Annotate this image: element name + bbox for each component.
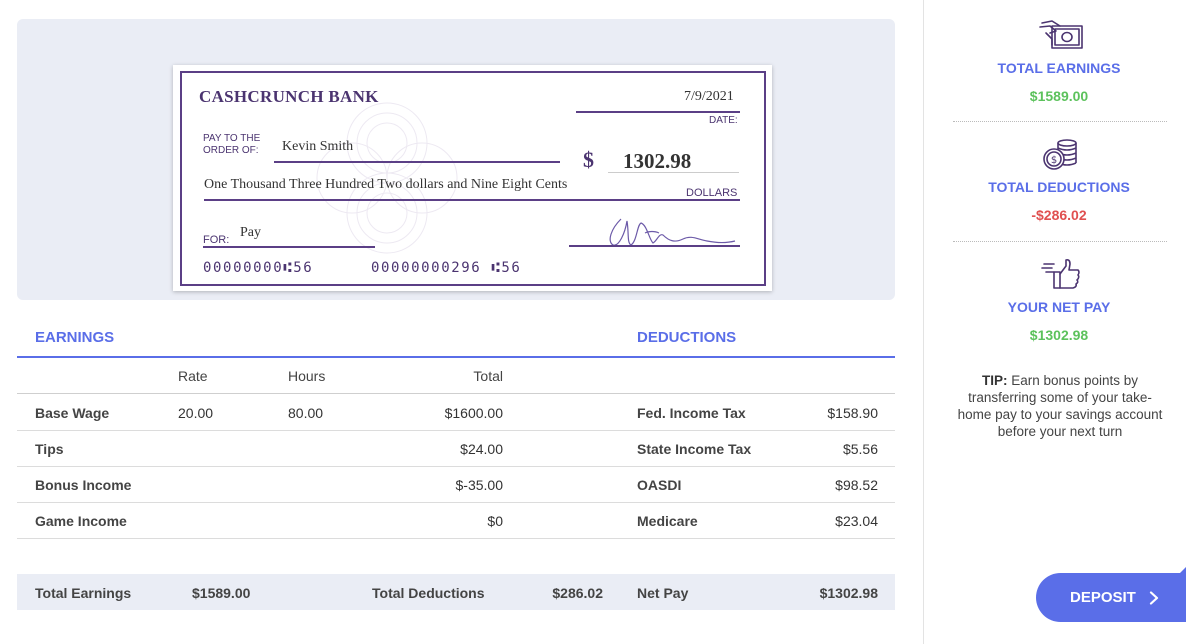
memo-line [203, 246, 375, 248]
memo-label: FOR: [203, 234, 230, 246]
total-deductions-title: TOTAL DEDUCTIONS [988, 179, 1130, 195]
earnings-total: $-35.00 [455, 477, 503, 493]
total-earnings-value: $1589.00 [192, 585, 251, 601]
earnings-total: $24.00 [460, 441, 503, 457]
tip-text: TIP: Earn bonus points by transferring s… [954, 372, 1166, 440]
earnings-label: Game Income [35, 513, 127, 529]
date-line [576, 111, 740, 113]
cash-hand-icon [1039, 20, 1083, 49]
earnings-label: Bonus Income [35, 477, 132, 493]
rate-header: Rate [178, 368, 208, 384]
check-date: 7/9/2021 [684, 89, 734, 104]
chevron-right-icon [1149, 590, 1158, 605]
net-pay-title: YOUR NET PAY [1007, 299, 1111, 315]
total-earnings-title: TOTAL EARNINGS [997, 60, 1121, 76]
summary-sidebar: TOTAL EARNINGS $1589.00 $ TOTAL DEDUCTIO… [923, 0, 1186, 644]
deduction-label: OASDI [637, 477, 682, 493]
total-earnings-amount: $1589.00 [1029, 88, 1089, 104]
deposit-button[interactable]: DEPOSIT [1036, 573, 1186, 622]
net-pay-amount: $1302.98 [1029, 327, 1089, 343]
total-deductions-label: Total Deductions [372, 585, 485, 601]
hours-header: Hours [288, 368, 326, 384]
row-divider [17, 466, 895, 467]
check-amount: 1302.98 [623, 149, 692, 173]
pay-to-label-line2: ORDER OF: [203, 145, 259, 156]
earnings-hours: 80.00 [288, 405, 324, 421]
earnings-total: $0 [487, 513, 503, 529]
total-deductions-value: $286.02 [552, 585, 603, 601]
pay-to-label-line1: PAY TO THE [203, 133, 261, 144]
memo-text: Pay [240, 225, 261, 240]
sidebar-divider [953, 121, 1167, 122]
thumbs-up-icon [1041, 259, 1080, 289]
row-divider [17, 502, 895, 503]
svg-text:$: $ [1051, 155, 1057, 166]
earnings-label: Base Wage [35, 405, 110, 421]
deduction-value: $158.90 [827, 405, 878, 421]
deduction-value: $23.04 [835, 513, 878, 529]
earnings-title: EARNINGS [35, 329, 115, 346]
net-pay-label: Net Pay [637, 585, 689, 601]
amount-in-words: One Thousand Three Hundred Two dollars a… [204, 177, 568, 192]
deduction-value: $98.52 [835, 477, 878, 493]
bank-name: CASHCRUNCH BANK [199, 87, 379, 106]
dollars-label: DOLLARS [686, 187, 738, 199]
deduction-value: $5.56 [842, 441, 878, 457]
sidebar-divider [953, 241, 1167, 242]
deduction-label: Medicare [637, 513, 698, 529]
deposit-button-notch [1180, 566, 1186, 573]
dollar-sign: $ [583, 147, 594, 172]
coins-icon: $ [1043, 139, 1077, 170]
deduction-label: Fed. Income Tax [637, 405, 746, 421]
header-divider [17, 393, 895, 394]
payee-line [274, 161, 560, 163]
section-divider [17, 356, 895, 358]
total-header: Total [473, 368, 503, 384]
account-number: 00000000296 ⑆56 [371, 260, 522, 276]
earnings-label: Tips [35, 441, 64, 457]
tip-label: TIP: [981, 373, 1008, 388]
check-border: CASHCRUNCH BANK 7/9/2021 DATE: PAY TO TH… [180, 71, 766, 286]
deposit-button-label: DEPOSIT [1070, 589, 1136, 606]
signature-line [569, 245, 740, 247]
total-earnings-label: Total Earnings [35, 585, 132, 601]
earnings-total: $1600.00 [444, 405, 503, 421]
amount-words-line [204, 199, 740, 201]
pay-to-label: PAY TO THE ORDER OF: [203, 133, 260, 157]
check-panel: CASHCRUNCH BANK 7/9/2021 DATE: PAY TO TH… [17, 19, 895, 300]
deduction-label: State Income Tax [637, 441, 752, 457]
date-label: DATE: [709, 115, 738, 126]
routing-number: 00000000⑆56 [203, 260, 314, 276]
earnings-rate: 20.00 [178, 405, 214, 421]
payee-name: Kevin Smith [282, 139, 354, 154]
total-deductions-amount: -$286.02 [1031, 207, 1087, 223]
signature [609, 218, 736, 246]
deductions-title: DEDUCTIONS [637, 329, 737, 346]
net-pay-value: $1302.98 [819, 585, 878, 601]
row-divider [17, 538, 895, 539]
paycheck: CASHCRUNCH BANK 7/9/2021 DATE: PAY TO TH… [173, 65, 772, 291]
row-divider [17, 430, 895, 431]
